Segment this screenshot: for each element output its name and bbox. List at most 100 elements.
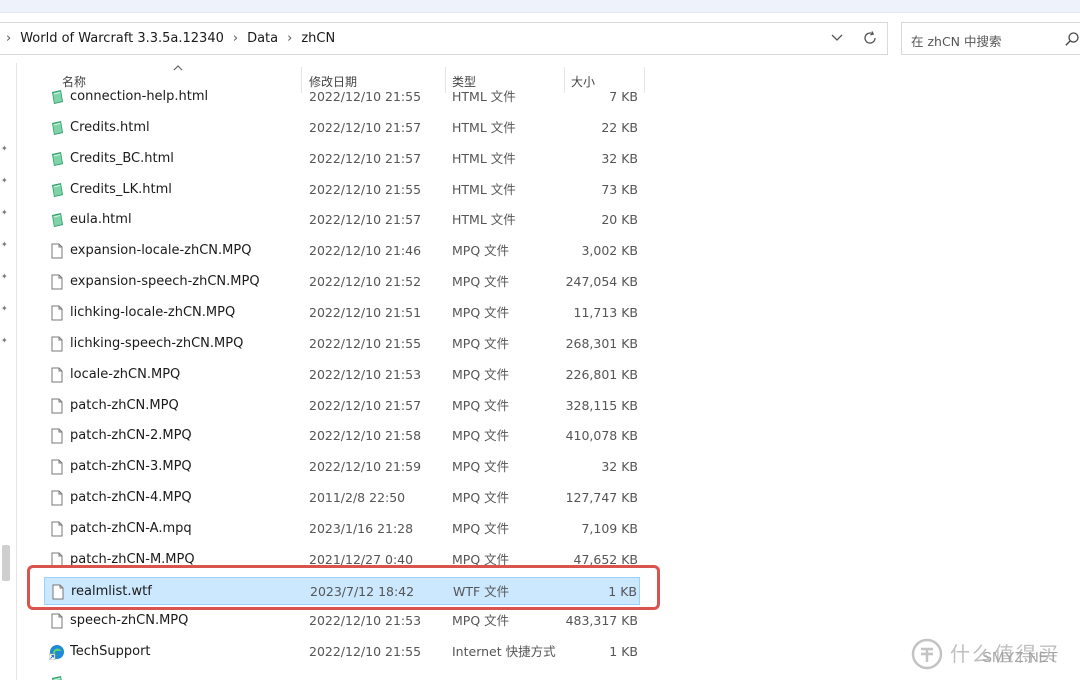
table-row[interactable]: Credits.html 2022/12/10 21:57 HTML 文件 22 KB [44, 114, 640, 142]
file-size: 7 KB [609, 89, 638, 104]
file-name: connection-help.html [70, 89, 209, 104]
search-input[interactable]: 在 zhCN 中搜索 [901, 22, 1080, 55]
file-size: 226,801 KB [565, 366, 638, 382]
refresh-icon[interactable] [860, 28, 880, 48]
file-type: HTML 文件 [452, 181, 516, 197]
file-type: MPQ 文件 [452, 243, 510, 259]
blank-file-icon [49, 398, 65, 414]
file-type: MPQ 文件 [452, 366, 510, 382]
table-row[interactable]: patch-zhCN-4.MPQ 2011/2/8 22:50 MPQ 文件 127,… [44, 484, 640, 512]
address-bar[interactable]: › World of Warcraft 3.3.5a.12340 › Data … [0, 22, 888, 55]
blank-file-icon [49, 613, 65, 629]
table-row[interactable]: speech-zhCN.MPQ 2022/12/10 21:53 MPQ 文件 483… [44, 607, 640, 635]
file-type: MPQ 文件 [452, 490, 510, 506]
annotation-highlight-box [27, 565, 660, 610]
breadcrumb-zhcn[interactable]: zhCN [301, 31, 335, 46]
file-name: expansion-locale-zhCN.MPQ [70, 243, 252, 259]
table-row[interactable]: expansion-speech-zhCN.MPQ 2022/12/10 21:5… [44, 268, 640, 296]
file-size: 247,054 KB [565, 274, 638, 290]
html-file-icon [49, 182, 65, 198]
file-date-modified: 2022/12/10 21:53 [309, 613, 422, 629]
file-type: HTML 文件 [452, 89, 516, 104]
file-type: HTML 文件 [452, 150, 516, 166]
html-file-icon [49, 120, 65, 136]
table-row[interactable]: connection-help.html 2022/12/10 21:55 HTML… [44, 83, 640, 111]
table-row[interactable]: patch-zhCN-3.MPQ 2022/12/10 21:59 MPQ 文件 32… [44, 453, 640, 481]
file-size: 483,317 KB [565, 613, 638, 629]
file-date-modified: 2022/12/10 21:59 [309, 459, 422, 475]
blank-file-icon [49, 243, 65, 259]
file-type: MPQ 文件 [452, 428, 510, 444]
file-name: TechSupport [70, 644, 151, 660]
table-row[interactable]: locale-zhCN.MPQ 2022/12/10 21:53 MPQ 文件 226… [44, 361, 640, 389]
file-date-modified: 2022/12/10 21:53 [309, 366, 422, 382]
file-type: MPQ 文件 [452, 613, 510, 629]
breadcrumb-chevron-icon[interactable]: › [233, 31, 238, 46]
blank-file-icon [49, 336, 65, 352]
file-date-modified: 2023/1/16 21:28 [309, 520, 414, 536]
file-name: patch-zhCN-3.MPQ [70, 459, 192, 475]
table-row[interactable]: patch-zhCN.MPQ 2022/12/10 21:57 MPQ 文件 328,… [44, 392, 640, 420]
table-row[interactable]: Credits_LK.html 2022/12/10 21:55 HTML 文件 73… [44, 176, 640, 204]
file-name: speech-zhCN.MPQ [70, 613, 189, 629]
file-type: MPQ 文件 [452, 520, 510, 536]
file-name: Credits_LK.html [70, 181, 172, 197]
file-name: patch-zhCN-A.mpq [70, 520, 192, 536]
blank-file-icon [49, 305, 65, 321]
file-name: Credits_BC.html [70, 150, 174, 166]
file-size: 20 KB [601, 212, 638, 228]
file-name: locale-zhCN.MPQ [70, 366, 181, 382]
file-date-modified: 2022/12/10 21:58 [309, 428, 422, 444]
file-date-modified: 2022/12/10 21:57 [309, 150, 422, 166]
watermark-logo-icon [911, 638, 943, 670]
blank-file-icon [49, 521, 65, 537]
watermark: 什么值得买 SMYZ.NET [910, 635, 1080, 675]
table-row[interactable]: Credits_BC.html 2022/12/10 21:57 HTML 文件 32… [44, 145, 640, 173]
table-row[interactable]: eula.html 2022/12/10 21:57 HTML 文件 20 KB [44, 206, 640, 234]
table-row[interactable]: lichking-speech-zhCN.MPQ 2022/12/10 21:55… [44, 330, 640, 358]
file-type: MPQ 文件 [452, 274, 510, 290]
file-date-modified: 2022/12/10 21:55 [309, 644, 422, 660]
file-date-modified: 2022/12/10 21:55 [309, 335, 422, 351]
file-type: MPQ 文件 [452, 304, 510, 320]
file-type: HTML 文件 [452, 212, 516, 228]
file-date-modified: 2022/12/10 21:51 [309, 304, 422, 320]
file-size: 328,115 KB [565, 397, 638, 413]
title-strip [0, 0, 1080, 13]
file-size: 32 KB [601, 150, 638, 166]
table-row[interactable]: TechSupport 2022/12/10 21:55 Internet 快捷方式… [44, 638, 640, 666]
edge-shortcut-icon [48, 644, 65, 661]
table-row[interactable]: patch-zhCN-2.MPQ 2022/12/10 21:58 MPQ 文件 41… [44, 422, 640, 450]
chevron-down-icon[interactable] [828, 29, 846, 47]
file-name: expansion-speech-zhCN.MPQ [70, 274, 260, 290]
file-size: 7,109 KB [581, 520, 638, 536]
blank-file-icon [49, 459, 65, 475]
table-row[interactable] [44, 669, 640, 680]
blank-file-icon [49, 367, 65, 383]
file-size: 32 KB [601, 459, 638, 475]
sort-ascending-icon [173, 65, 183, 71]
file-name: eula.html [70, 212, 132, 228]
breadcrumb-chevron-icon[interactable]: › [6, 31, 11, 46]
file-type: MPQ 文件 [452, 459, 510, 475]
file-name: Credits.html [70, 119, 150, 135]
watermark-text-en: SMYZ.NET [982, 649, 1058, 666]
file-name: lichking-speech-zhCN.MPQ [70, 335, 244, 351]
table-row[interactable]: lichking-locale-zhCN.MPQ 2022/12/10 21:51… [44, 299, 640, 327]
search-icon[interactable] [1064, 31, 1080, 47]
file-date-modified: 2022/12/10 21:57 [309, 212, 422, 228]
file-size: 22 KB [601, 119, 638, 135]
table-row[interactable]: expansion-locale-zhCN.MPQ 2022/12/10 21:4… [44, 237, 640, 265]
file-date-modified: 2022/12/10 21:57 [309, 397, 422, 413]
blank-file-icon [49, 428, 65, 444]
blank-file-icon [49, 274, 65, 290]
file-date-modified: 2022/12/10 21:46 [309, 243, 422, 259]
breadcrumb-data[interactable]: Data [247, 31, 278, 46]
breadcrumb-world-of-warcraft[interactable]: World of Warcraft 3.3.5a.12340 [20, 31, 224, 46]
file-type: MPQ 文件 [452, 335, 510, 351]
breadcrumb-chevron-icon[interactable]: › [287, 31, 292, 46]
file-date-modified: 2022/12/10 21:55 [309, 89, 422, 104]
html-file-icon [49, 89, 65, 105]
table-row[interactable]: patch-zhCN-A.mpq 2023/1/16 21:28 MPQ 文件 7,1… [44, 515, 640, 543]
file-date-modified: 2022/12/10 21:52 [309, 274, 422, 290]
